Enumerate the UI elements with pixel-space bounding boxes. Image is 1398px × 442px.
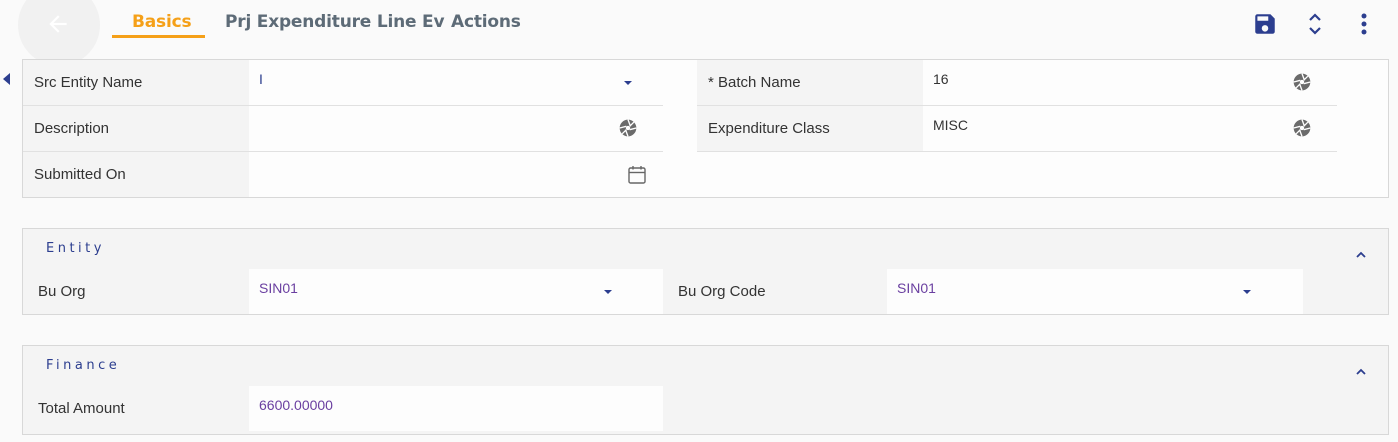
description-input[interactable] (249, 106, 663, 151)
save-icon (1255, 14, 1275, 34)
finance-section-title: Finance (46, 358, 121, 373)
tab-actions[interactable]: Actions (451, 12, 521, 32)
finance-section: Finance Total Amount 6600.00000 (22, 345, 1389, 435)
batch-name-label: * Batch Name (697, 60, 923, 105)
src-entity-name-row: Src Entity Name I (23, 60, 663, 106)
dropdown-caret-icon[interactable] (1243, 290, 1251, 294)
chevron-up-icon[interactable] (1356, 368, 1366, 375)
src-entity-name-label: Src Entity Name (23, 60, 249, 105)
bu-org-input[interactable]: SIN01 (249, 269, 663, 314)
total-amount-label: Total Amount (23, 386, 249, 431)
src-entity-name-value: I (259, 71, 263, 87)
tab-prj-expenditure-line-ev[interactable]: Prj Expenditure Line Ev (225, 12, 445, 32)
back-arrow-icon (49, 15, 67, 33)
more-options-button[interactable] (1350, 10, 1378, 38)
back-button[interactable] (18, 0, 100, 66)
entity-section-title: Entity (46, 241, 105, 256)
expenditure-class-input[interactable]: MISC (923, 106, 1337, 151)
chevron-up-icon[interactable] (1356, 251, 1366, 258)
submitted-on-row: Submitted On (23, 152, 663, 198)
bu-org-code-input[interactable]: SIN01 (887, 269, 1303, 314)
aperture-icon[interactable] (1292, 118, 1312, 138)
expand-collapse-icon (1309, 13, 1321, 35)
description-row: Description (23, 106, 663, 152)
aperture-icon[interactable] (1292, 72, 1312, 92)
expenditure-class-row: Expenditure Class MISC (697, 106, 1337, 152)
expenditure-class-label: Expenditure Class (697, 106, 923, 151)
bu-org-label: Bu Org (23, 269, 249, 314)
active-tab-indicator (112, 35, 205, 38)
basics-card: Src Entity Name I Description Submitted … (22, 59, 1389, 198)
total-amount-value[interactable]: 6600.00000 (249, 386, 663, 431)
submitted-on-label: Submitted On (23, 152, 249, 197)
description-label: Description (23, 106, 249, 151)
bu-org-code-row: Bu Org Code SIN01 (663, 269, 1303, 315)
batch-name-row: * Batch Name 16 (697, 60, 1337, 106)
entity-section: Entity Bu Org SIN01 Bu Org Code SIN01 (22, 228, 1389, 315)
side-collapse-icon[interactable] (3, 73, 10, 85)
aperture-icon[interactable] (618, 118, 638, 138)
save-button[interactable] (1251, 10, 1279, 38)
top-bar: Basics Prj Expenditure Line Ev Actions (0, 0, 1398, 66)
dropdown-caret-icon[interactable] (604, 290, 612, 294)
more-vert-icon (1361, 13, 1367, 35)
dropdown-caret-icon[interactable] (624, 81, 632, 85)
submitted-on-input[interactable] (249, 152, 663, 197)
expand-collapse-button[interactable] (1301, 10, 1329, 38)
src-entity-name-input[interactable]: I (249, 60, 663, 105)
batch-name-input[interactable]: 16 (923, 60, 1337, 105)
bu-org-row: Bu Org SIN01 (23, 269, 663, 315)
tab-basics[interactable]: Basics (132, 12, 192, 32)
calendar-icon[interactable] (627, 165, 647, 185)
bu-org-code-label: Bu Org Code (663, 269, 887, 314)
total-amount-row: Total Amount 6600.00000 (23, 386, 663, 432)
